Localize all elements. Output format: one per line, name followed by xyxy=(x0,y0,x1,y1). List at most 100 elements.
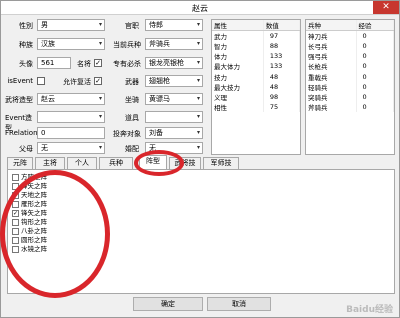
official-value: 侍郎 xyxy=(149,21,163,29)
tab-junshiji[interactable]: 军师技 xyxy=(203,157,239,169)
item-label: 道具 xyxy=(125,114,139,122)
race-select[interactable]: 汉族 ▾ xyxy=(37,38,105,50)
attr-header-name[interactable]: 属性 xyxy=(212,20,264,31)
formation-item[interactable]: 锋矢之阵 xyxy=(12,182,47,190)
table-row[interactable]: 最大体力 133 xyxy=(212,61,300,72)
table-row[interactable]: 长枪兵 0 xyxy=(306,61,394,72)
table-row[interactable]: 斧骑兵 0 xyxy=(306,102,394,113)
formation-item[interactable]: 方阵之阵 xyxy=(12,173,47,181)
formation-item[interactable]: ✓ 锋矢之阵 xyxy=(12,209,47,217)
formation-item[interactable]: 圆形之阵 xyxy=(12,236,47,244)
tab-wujiangji[interactable]: 武将技 xyxy=(169,157,201,169)
chevron-down-icon: ▾ xyxy=(98,40,102,47)
table-row[interactable]: 神刀兵 0 xyxy=(306,30,394,41)
tab-yuanzhen[interactable]: 元阵 xyxy=(7,157,33,169)
weapon-value: 翅翘枪 xyxy=(149,77,170,85)
formation-label: 钩形之阵 xyxy=(21,218,47,226)
troop-exp: 0 xyxy=(356,41,394,52)
weapon-select[interactable]: 翅翘枪 ▾ xyxy=(145,75,203,87)
weapon-label: 武器 xyxy=(125,78,139,86)
tab-zhenxing[interactable]: 阵型 xyxy=(139,155,167,169)
chevron-down-icon: ▾ xyxy=(196,144,200,151)
attr-value: 133 xyxy=(263,51,300,62)
famous-checkbox[interactable]: ✓ xyxy=(94,59,102,67)
formation-label: 圆形之阵 xyxy=(21,236,47,244)
formation-item[interactable]: 天地之阵 xyxy=(12,191,47,199)
formation-checkbox[interactable] xyxy=(12,191,19,199)
attr-header-value[interactable]: 数值 xyxy=(263,20,300,31)
formation-item[interactable]: 水镜之阵 xyxy=(12,245,47,253)
target-select[interactable]: 刘备 ▾ xyxy=(145,127,203,139)
formation-item[interactable]: 钩形之阵 xyxy=(12,218,47,226)
troop-exp: 0 xyxy=(356,51,394,62)
current-troop-value: 斧骑兵 xyxy=(149,40,170,48)
gender-select[interactable]: 男 ▾ xyxy=(37,19,105,31)
current-troop-select[interactable]: 斧骑兵 ▾ xyxy=(145,38,203,50)
isevent-label: isEvent xyxy=(7,77,33,85)
troop-header-name[interactable]: 兵种 xyxy=(306,20,357,31)
race-label: 种族 xyxy=(19,41,33,49)
exclusive-label: 专有必杀 xyxy=(113,60,141,68)
table-row[interactable]: 强弓兵 0 xyxy=(306,51,394,62)
table-row[interactable]: 长弓兵 0 xyxy=(306,41,394,52)
troop-name: 斧骑兵 xyxy=(306,102,357,113)
table-row[interactable]: 武力 97 xyxy=(212,30,300,41)
table-row[interactable]: 最大技力 48 xyxy=(212,81,300,92)
troops-table[interactable]: 兵种 经验 神刀兵 0 长弓兵 0 强弓兵 0 长枪兵 0 重戟兵 0 轻骑兵 0 突骑兵 0… xyxy=(305,19,395,155)
race-value: 汉族 xyxy=(41,40,55,48)
isevent-checkbox[interactable] xyxy=(37,77,45,85)
tab-geren[interactable]: 个人 xyxy=(67,157,97,169)
ok-button[interactable]: 确定 xyxy=(133,297,203,311)
formation-checkbox[interactable] xyxy=(12,173,19,181)
formation-label: 锋矢之阵 xyxy=(21,182,47,190)
frelation-input[interactable]: 0 xyxy=(37,127,105,139)
formation-item[interactable]: 雁形之阵 xyxy=(12,200,47,208)
table-row[interactable]: 轻骑兵 0 xyxy=(306,81,394,92)
table-row[interactable]: 义理 98 xyxy=(212,91,300,103)
model-value: 赵云 xyxy=(41,95,55,103)
table-row[interactable]: 技力 48 xyxy=(212,71,300,82)
chevron-down-icon: ▾ xyxy=(98,95,102,102)
formation-checkbox[interactable]: ✓ xyxy=(12,209,19,217)
chevron-down-icon: ▾ xyxy=(196,129,200,136)
close-button[interactable]: ✕ xyxy=(373,1,399,14)
event-model-select[interactable]: ▾ xyxy=(37,111,105,123)
troop-header-exp[interactable]: 经验 xyxy=(356,20,394,31)
attr-value: 75 xyxy=(263,102,300,113)
table-row[interactable]: 相性 75 xyxy=(212,102,300,113)
table-row[interactable]: 突骑兵 0 xyxy=(306,91,394,103)
exclusive-select[interactable]: 银龙亮银枪 ▾ xyxy=(145,57,203,69)
mount-select[interactable]: 黄骠马 ▾ xyxy=(145,93,203,105)
attr-name: 技力 xyxy=(212,71,264,82)
allow-revive-checkbox[interactable]: ✓ xyxy=(94,77,102,85)
formation-checkbox[interactable] xyxy=(12,227,19,235)
troop-exp: 0 xyxy=(356,61,394,72)
current-troop-label: 当前兵种 xyxy=(113,41,141,49)
model-select[interactable]: 赵云 ▾ xyxy=(37,93,105,105)
tab-bingzhong[interactable]: 兵种 xyxy=(99,157,133,169)
table-row[interactable]: 重戟兵 0 xyxy=(306,71,394,82)
item-select[interactable]: ▾ xyxy=(145,111,203,123)
tab-zhujiang[interactable]: 主将 xyxy=(35,157,65,169)
official-select[interactable]: 侍郎 ▾ xyxy=(145,19,203,31)
target-value: 刘备 xyxy=(149,129,163,137)
table-row[interactable]: 智力 88 xyxy=(212,41,300,52)
formation-checkbox[interactable] xyxy=(12,200,19,208)
cancel-button[interactable]: 取消 xyxy=(207,297,271,311)
watermark-logo: Baidu经验 xyxy=(346,305,393,315)
troop-name: 长弓兵 xyxy=(306,41,357,52)
formation-checkbox[interactable] xyxy=(12,236,19,244)
chevron-down-icon: ▾ xyxy=(196,77,200,84)
formation-checkbox[interactable] xyxy=(12,245,19,253)
face-input[interactable]: 561 xyxy=(37,57,71,69)
formation-item[interactable]: 八卦之阵 xyxy=(12,227,47,235)
face-label: 头像 xyxy=(19,60,33,68)
table-row[interactable]: 体力 133 xyxy=(212,51,300,62)
attr-value: 48 xyxy=(263,71,300,82)
attributes-table[interactable]: 属性 数值 武力 97 智力 88 体力 133 最大体力 133 技力 48 最大技力 4… xyxy=(211,19,301,155)
spouse-select[interactable]: 无 ▾ xyxy=(145,142,203,154)
father-select[interactable]: 无 ▾ xyxy=(37,142,105,154)
formation-checkbox[interactable] xyxy=(12,182,19,190)
attr-name: 义理 xyxy=(212,91,264,103)
formation-checkbox[interactable] xyxy=(12,218,19,226)
